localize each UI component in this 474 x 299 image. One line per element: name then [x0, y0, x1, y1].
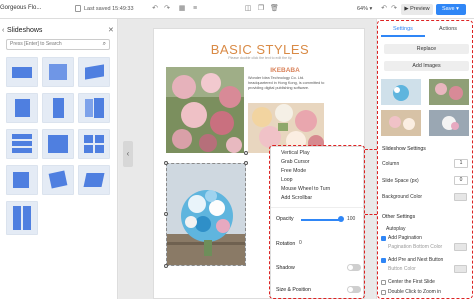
right-panel-highlight: [377, 20, 473, 299]
undo-icon[interactable]: ↶: [151, 5, 159, 13]
template-thumb[interactable]: [6, 129, 38, 159]
template-thumb[interactable]: [78, 165, 110, 195]
resize-handle[interactable]: [164, 161, 168, 165]
slideshow-element[interactable]: [166, 163, 246, 266]
resize-handle[interactable]: [164, 212, 168, 216]
bouquet-photo: [167, 164, 245, 265]
left-panel: ‹ Slideshows ✕ Press [Enter] to Search ⌕: [0, 19, 118, 299]
back-icon[interactable]: ‹: [2, 27, 4, 34]
body-text[interactable]: Wonder Idea Technology Co. Ltd. headquar…: [248, 76, 326, 91]
popup-highlight: [269, 145, 365, 299]
undo-history-icon[interactable]: ↶: [380, 5, 388, 13]
highlight-connector: [365, 149, 377, 150]
template-thumb[interactable]: [6, 201, 38, 235]
template-thumb[interactable]: [6, 57, 38, 87]
redo-icon[interactable]: ↷: [163, 5, 171, 13]
page-title[interactable]: BASIC STYLES: [154, 42, 366, 57]
preview-button[interactable]: ▶ Preview: [401, 4, 433, 15]
zoom-level[interactable]: 64% ▾: [357, 6, 372, 12]
template-thumb[interactable]: [42, 165, 74, 195]
search-placeholder: Press [Enter] to Search: [10, 41, 62, 47]
flower-image-1[interactable]: [166, 67, 244, 153]
rotate-handle[interactable]: [244, 151, 248, 155]
slideshow-template-grid: [2, 57, 114, 257]
search-input[interactable]: Press [Enter] to Search ⌕: [6, 39, 110, 50]
template-thumb[interactable]: [78, 129, 110, 159]
document-title[interactable]: Gorgeous Flo...: [0, 5, 41, 11]
panel-title: Slideshows: [7, 27, 43, 34]
top-toolbar: Gorgeous Flo... Last saved 15:49:33 ↶ ↷ …: [0, 0, 474, 19]
template-thumb[interactable]: [78, 57, 110, 87]
redo-history-icon[interactable]: ↷: [390, 5, 398, 13]
save-button[interactable]: Save ▾: [436, 4, 466, 15]
copy-icon[interactable]: ❐: [257, 5, 265, 13]
search-icon[interactable]: ⌕: [103, 40, 106, 49]
page-subtitle[interactable]: Please double click the text to edit the…: [154, 56, 366, 60]
delete-icon[interactable]: 🗑: [270, 5, 279, 13]
last-saved-text: Last saved 15:49:33: [84, 6, 134, 12]
template-thumb[interactable]: [42, 93, 74, 123]
grid-icon[interactable]: ▦: [178, 5, 186, 13]
section-heading[interactable]: IKEBABA: [250, 67, 320, 74]
layers-icon[interactable]: ◫: [244, 5, 252, 13]
template-thumb[interactable]: [78, 93, 110, 123]
template-thumb[interactable]: [6, 165, 38, 195]
highlight-connector: [365, 214, 377, 215]
template-thumb[interactable]: [42, 57, 74, 87]
collapse-left-panel-button[interactable]: ‹: [123, 141, 133, 167]
align-icon[interactable]: ≡: [191, 5, 199, 13]
template-thumb[interactable]: [42, 129, 74, 159]
flower-photo-1: [166, 67, 244, 153]
close-icon[interactable]: ✕: [108, 26, 114, 34]
resize-handle[interactable]: [164, 264, 168, 268]
template-thumb[interactable]: [6, 93, 38, 123]
save-status-icon: [75, 5, 81, 12]
resize-handle[interactable]: [244, 161, 248, 165]
